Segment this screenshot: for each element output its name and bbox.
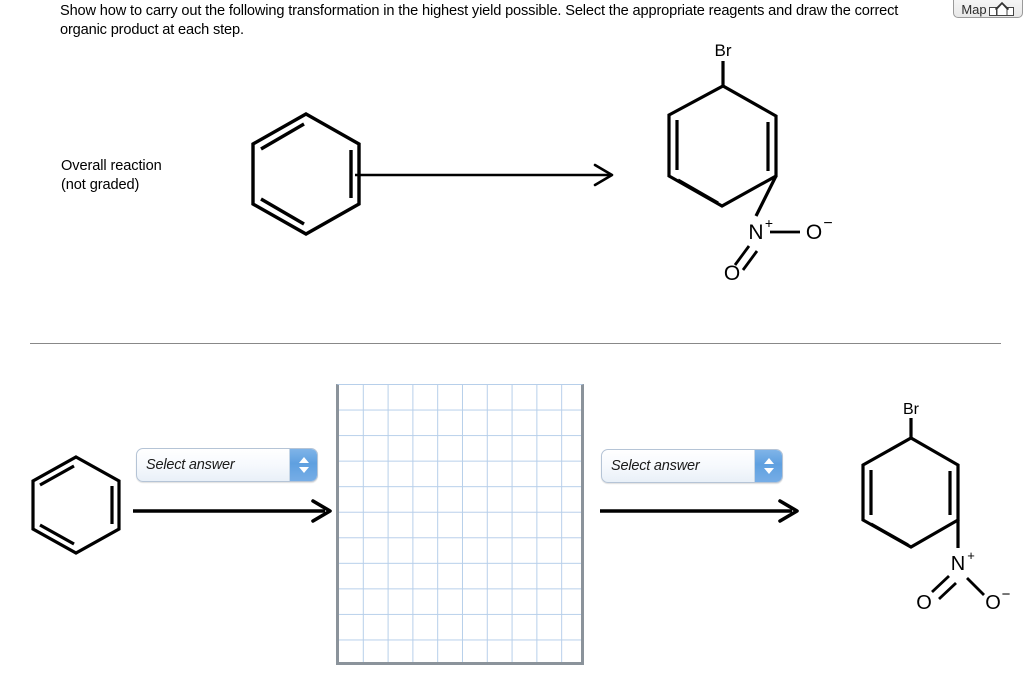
house-map-icon bbox=[988, 1, 1015, 16]
step1-reaction-arrow bbox=[133, 499, 333, 523]
overall-reaction-label-line1: Overall reaction bbox=[61, 158, 162, 174]
label-nitrogen: N bbox=[748, 221, 763, 244]
step1-reactant-benzene bbox=[28, 452, 128, 562]
label-nitrogen: N bbox=[951, 553, 965, 575]
section-divider bbox=[30, 343, 1001, 344]
label-oxygen-double: O bbox=[916, 592, 932, 614]
step1-select-answer[interactable]: Select answer bbox=[136, 448, 318, 482]
chevron-up-icon bbox=[763, 458, 774, 464]
map-button[interactable]: Map bbox=[953, 0, 1023, 18]
overall-reaction-label-line2: (not graded) bbox=[61, 176, 140, 193]
overall-product-bromonitrobenzene: Br N + O − O bbox=[604, 41, 844, 285]
label-nitrogen-charge: + bbox=[765, 215, 773, 231]
prompt-text: Show how to carry out the following tran… bbox=[60, 2, 940, 39]
molecule-drawing-canvas[interactable] bbox=[336, 384, 584, 665]
label-oxygen-anion: O bbox=[806, 221, 822, 244]
step1-select-answer-spinner[interactable] bbox=[289, 449, 317, 481]
prompt-line-1: Show how to carry out the following tran… bbox=[60, 3, 705, 19]
map-button-label: Map bbox=[961, 2, 987, 17]
label-nitrogen-charge: + bbox=[967, 548, 975, 563]
label-bromine: Br bbox=[903, 401, 920, 418]
label-oxygen-charge: − bbox=[1002, 586, 1011, 603]
step2-select-answer[interactable]: Select answer bbox=[601, 449, 783, 483]
label-oxygen-anion: O bbox=[985, 592, 1001, 614]
label-oxygen-charge: − bbox=[823, 215, 832, 232]
step2-reaction-arrow bbox=[600, 499, 800, 523]
label-oxygen-double: O bbox=[724, 262, 740, 285]
overall-reaction-label: Overall reaction (not graded) bbox=[61, 157, 162, 195]
step2-product-bromonitrobenzene: Br N + O O − bbox=[810, 401, 1011, 614]
overall-reaction-arrow bbox=[355, 163, 615, 187]
step2-select-answer-value: Select answer bbox=[611, 458, 700, 474]
chevron-up-icon bbox=[298, 457, 309, 463]
chevron-down-icon bbox=[298, 467, 309, 473]
step2-select-answer-spinner[interactable] bbox=[754, 450, 782, 482]
chevron-down-icon bbox=[763, 468, 774, 474]
step1-select-answer-value: Select answer bbox=[146, 457, 235, 473]
label-bromine: Br bbox=[715, 41, 732, 60]
